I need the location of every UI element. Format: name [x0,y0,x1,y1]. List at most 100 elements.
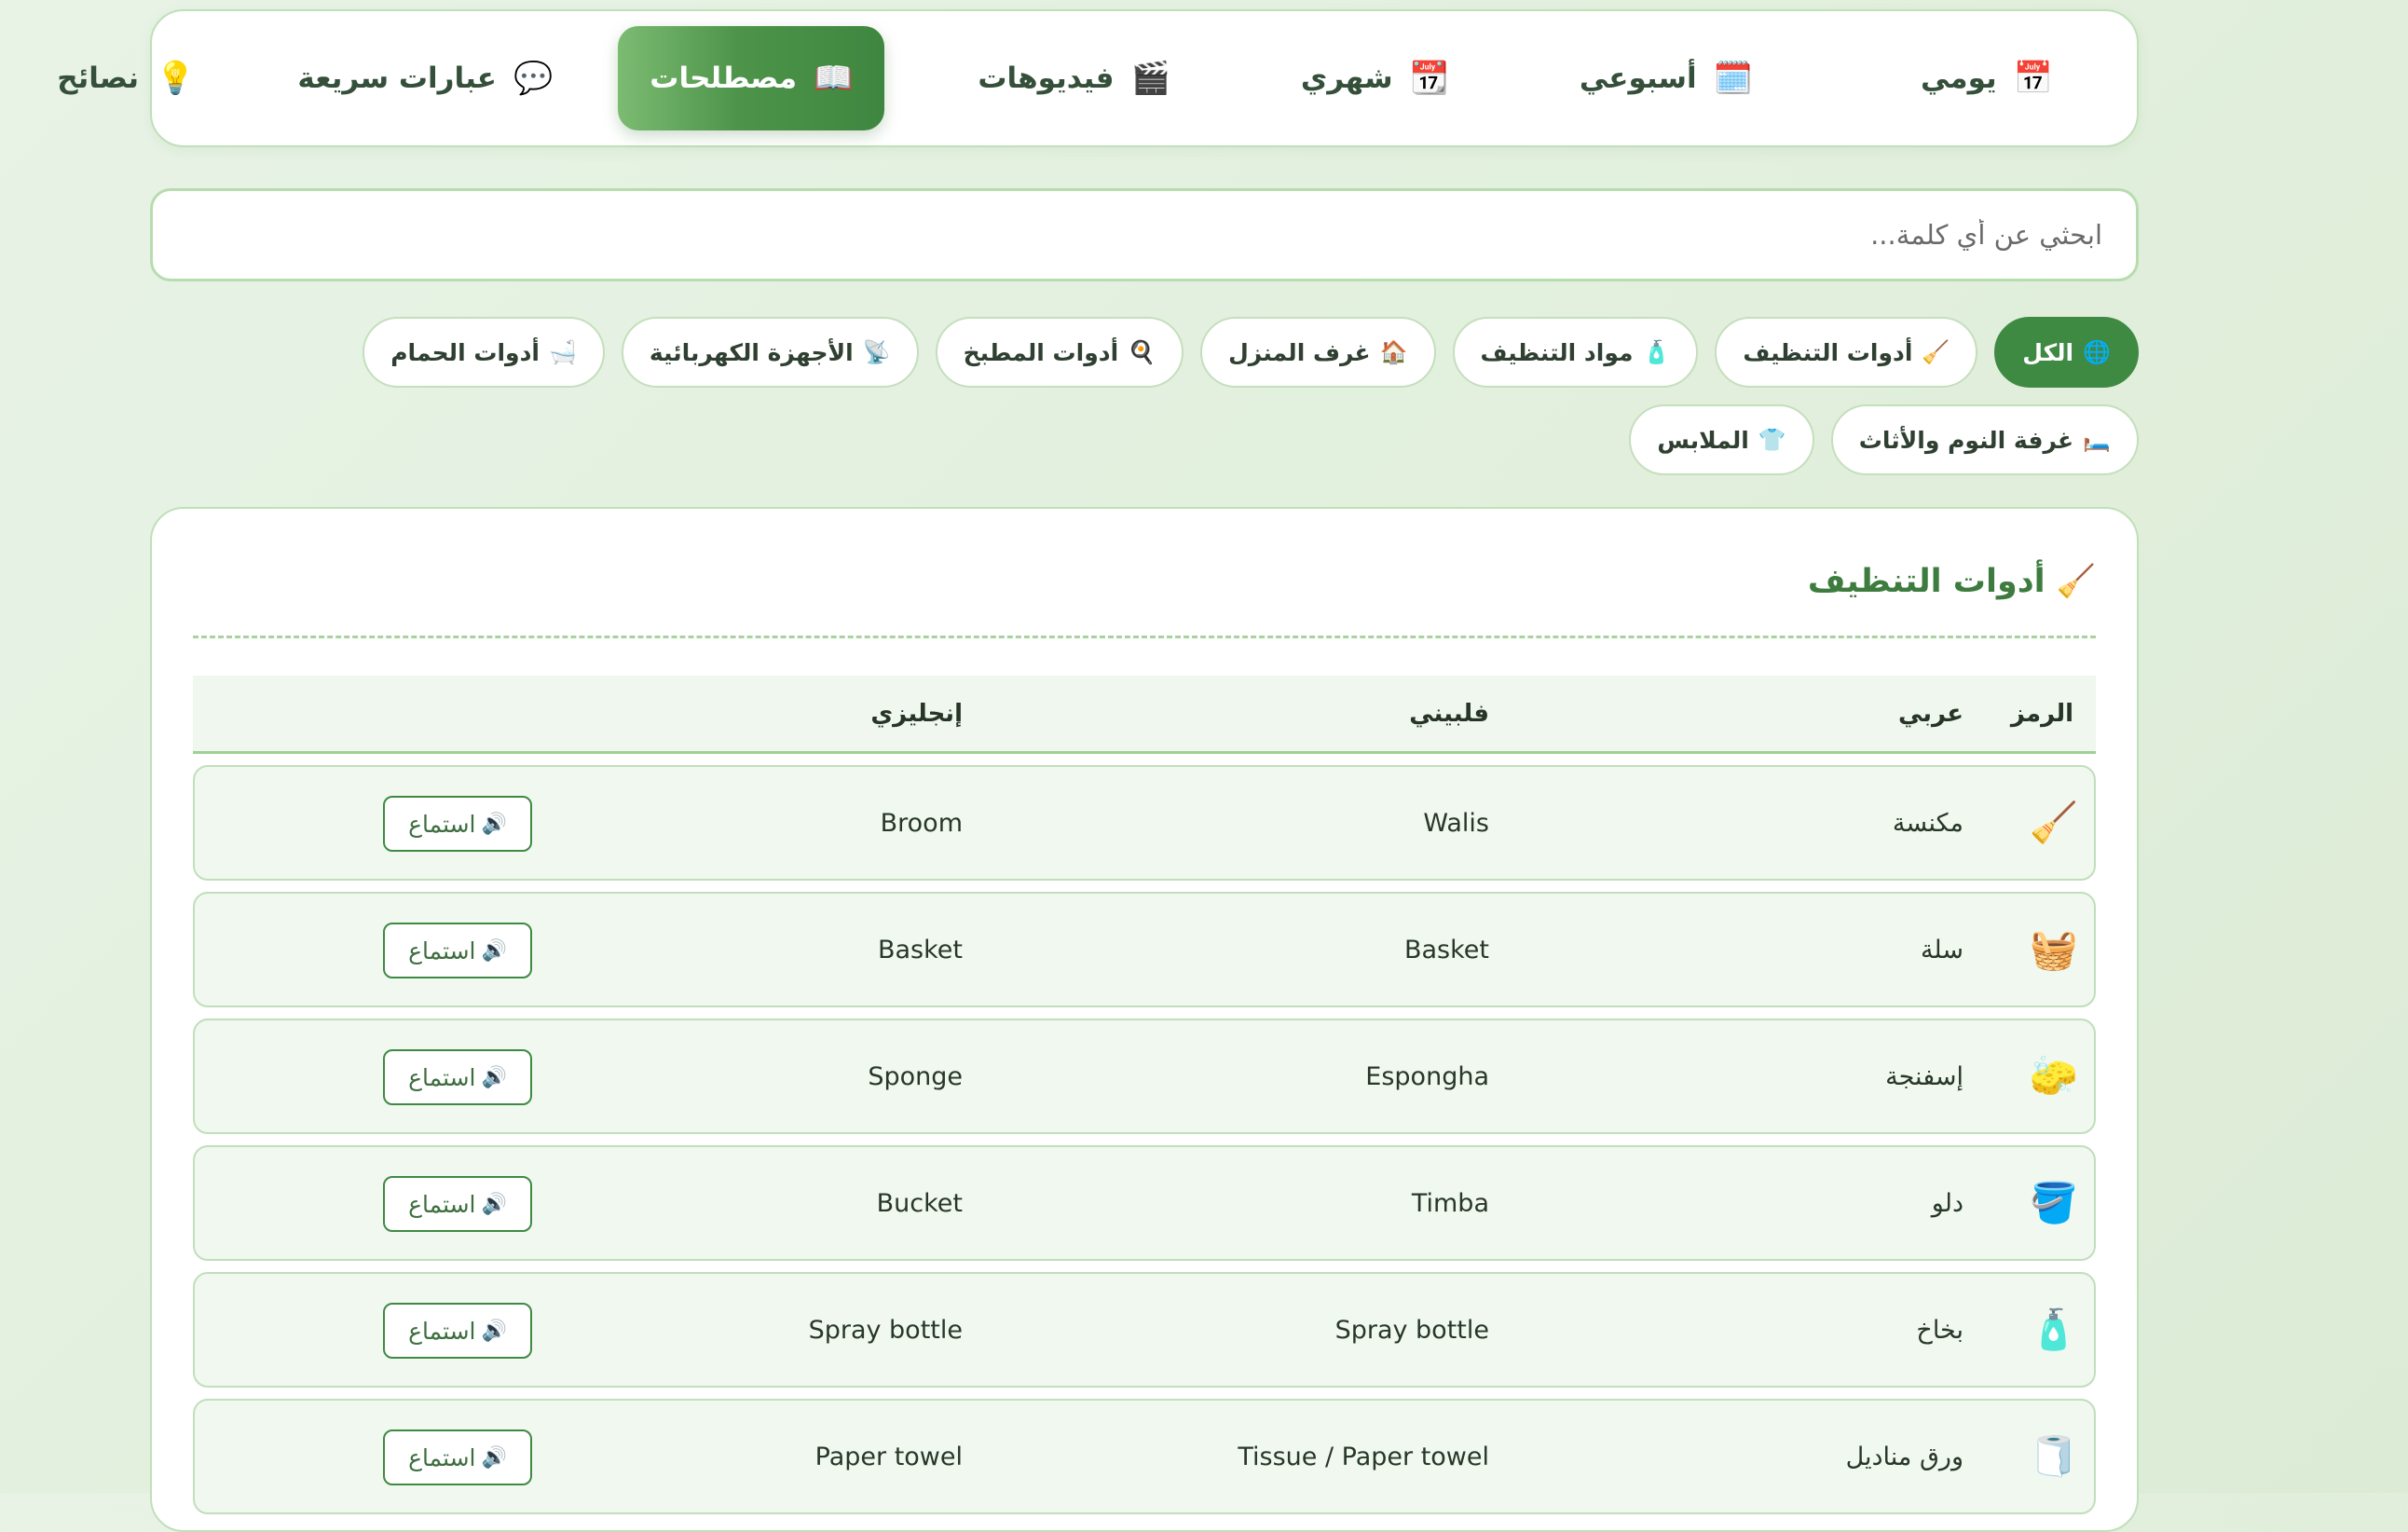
tab-label: يومي [1921,62,1997,95]
english-word: Paper towel [814,1442,963,1471]
filter-label: مواد التنظيف [1480,338,1634,366]
table-row: 🧴 بخاخ Spray bottle Spray bottle 🔊 استما… [193,1272,2096,1388]
filter-clothes[interactable]: 👕 الملابس [1629,404,1814,475]
filter-label: غرفة النوم والأثاث [1858,426,2074,454]
broom-icon: 🧹 [2056,563,2096,600]
table-row: 🧻 ورق مناديل Tissue / Paper towel Paper … [193,1399,2096,1514]
filipino-word: Spray bottle [1334,1315,1489,1345]
spiral-calendar-icon: 🗓️ [1713,60,1754,97]
tab-daily[interactable]: 📅 يومي [1883,26,2090,130]
filter-cleaning-tools[interactable]: 🧹 أدوات التنظيف [1715,317,1978,388]
listen-button[interactable]: 🔊 استماع [383,1303,532,1359]
arabic-word: إسفنجة [1885,1061,1963,1091]
filter-all[interactable]: 🌐 الكل [1994,317,2139,388]
english-word: Spray bottle [808,1315,963,1345]
sponge-icon: 🧽 [2029,1053,2079,1099]
spray-bottle-icon: 🧴 [2029,1306,2079,1352]
filter-kitchen-tools[interactable]: 🍳 أدوات المطبخ [935,317,1184,388]
tab-videos[interactable]: 🎬 فيديوهات [940,26,1208,130]
paper-towel-icon: 🧻 [2029,1433,2079,1479]
filter-label: الملابس [1657,426,1749,454]
listen-label: استماع [408,1063,476,1091]
listen-button[interactable]: 🔊 استماع [383,1049,532,1105]
open-book-icon: 📖 [814,60,854,97]
section-title-text: أدوات التنظيف [1807,563,2045,600]
filipino-word: Timba [1411,1188,1489,1218]
arabic-word: دلو [1931,1188,1963,1218]
basket-icon: 🧺 [2029,926,2079,972]
filter-bathroom-tools[interactable]: 🛁 أدوات الحمام [363,317,605,388]
table-row: 🧽 إسفنجة Espongha Sponge 🔊 استماع [193,1019,2096,1134]
header-english: إنجليزي [870,699,963,728]
tab-tips[interactable]: 💡 نصائح [20,26,232,130]
filter-label: أدوات التنظيف [1743,338,1913,366]
tab-quick-phrases[interactable]: 💬 عبارات سريعة [260,26,590,130]
speaker-icon: 🔊 [481,1192,507,1216]
arabic-word: ورق مناديل [1845,1442,1963,1471]
top-nav: 📅 يومي 🗓️ أسبوعي 📆 شهري 🎬 فيديوهات 📖 مصط… [57,9,2139,147]
listen-label: استماع [408,937,476,964]
filipino-word: Espongha [1365,1061,1489,1091]
english-word: Sponge [868,1061,963,1091]
filter-label: أدوات الحمام [390,338,540,366]
t-shirt-icon: 👕 [1758,427,1786,453]
bathtub-icon: 🛁 [548,339,577,365]
header-filipino: فلبيني [1409,699,1489,728]
arabic-word: بخاخ [1916,1315,1963,1345]
tab-label: فيديوهات [978,62,1115,95]
header-symbol: الرمز [2010,699,2073,728]
section-title: 🧹 أدوات التنظيف [193,546,2096,617]
speaker-icon: 🔊 [481,812,507,836]
listen-label: استماع [408,810,476,838]
tab-terms[interactable]: 📖 مصطلحات [618,26,885,130]
dashed-divider [193,636,2096,638]
filter-label: غرف المنزل [1228,338,1371,366]
speaker-icon: 🔊 [481,1319,507,1343]
arabic-word: مكنسة [1892,808,1963,838]
table-header: الرمز عربي فلبيني إنجليزي [193,676,2096,754]
listen-label: استماع [408,1317,476,1345]
tab-weekly[interactable]: 🗓️ أسبوعي [1542,26,1790,130]
filipino-word: Basket [1403,935,1489,964]
header-arabic: عربي [1897,699,1963,728]
speaker-icon: 🔊 [481,1445,507,1470]
tab-label: أسبوعي [1579,62,1697,95]
listen-button[interactable]: 🔊 استماع [383,1429,532,1485]
listen-button[interactable]: 🔊 استماع [383,923,532,978]
speaker-icon: 🔊 [481,938,507,963]
filipino-word: Walis [1423,808,1489,838]
tab-label: عبارات سريعة [297,62,497,95]
category-filters: 🌐 الكل 🧹 أدوات التنظيف 🧴 مواد التنظيف 🏠 … [150,317,2139,475]
listen-button[interactable]: 🔊 استماع [383,1176,532,1232]
lotion-bottle-icon: 🧴 [1642,339,1671,365]
bucket-icon: 🪣 [2029,1180,2079,1225]
satellite-dish-icon: 📡 [862,339,891,365]
tab-label: شهري [1300,62,1393,95]
arabic-word: سلة [1920,935,1963,964]
search-box [150,188,2139,281]
listen-button[interactable]: 🔊 استماع [383,796,532,852]
tab-label: مصطلحات [650,62,798,95]
filipino-word: Tissue / Paper towel [1238,1442,1489,1471]
globe-icon: 🌐 [2083,339,2111,365]
filter-bedroom-furniture[interactable]: 🛏️ غرفة النوم والأثاث [1830,404,2139,475]
tab-label: نصائح [57,62,140,95]
listen-label: استماع [408,1190,476,1218]
table-row: 🪣 دلو Timba Bucket 🔊 استماع [193,1145,2096,1261]
broom-icon: 🧹 [2029,800,2079,845]
calendar-icon: 📅 [2013,60,2053,97]
listen-label: استماع [408,1443,476,1471]
filter-cleaning-supplies[interactable]: 🧴 مواد التنظيف [1452,317,1699,388]
filter-label: الكل [2022,338,2074,366]
english-word: Bucket [876,1188,963,1218]
english-word: Broom [880,808,963,838]
broom-icon: 🧹 [1922,339,1950,365]
filter-house-rooms[interactable]: 🏠 غرف المنزل [1200,317,1436,388]
bed-icon: 🛏️ [2083,427,2111,453]
search-input[interactable] [186,219,2102,251]
filter-electrical-appliances[interactable]: 📡 الأجهزة الكهربائية [621,317,919,388]
filter-label: الأجهزة الكهربائية [649,338,854,366]
speaker-icon: 🔊 [481,1065,507,1089]
speech-bubble-icon: 💬 [513,60,554,97]
tab-monthly[interactable]: 📆 شهري [1264,26,1486,130]
